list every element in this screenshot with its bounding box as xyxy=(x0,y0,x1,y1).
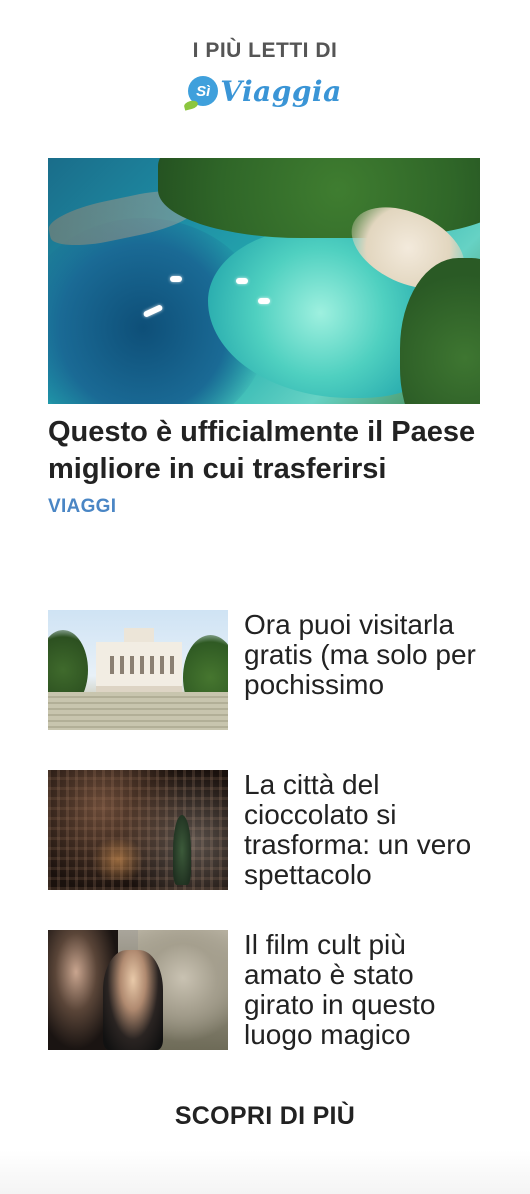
hero-image[interactable] xyxy=(48,158,480,404)
hero-title[interactable]: Questo è ufficialmente il Paese migliore… xyxy=(48,414,480,488)
siviaggia-logo[interactable]: Sì Viaggia xyxy=(188,70,341,112)
hero-article[interactable]: Questo è ufficialmente il Paese migliore… xyxy=(48,158,480,518)
list-thumbnail[interactable] xyxy=(48,610,228,730)
logo-wordmark: Viaggia xyxy=(220,74,342,108)
widget-header: I PIÙ LETTI DI Sì Viaggia xyxy=(0,38,530,112)
footer-fade xyxy=(0,1150,530,1194)
list-item-title[interactable]: Il film cult più amato è stato girato in… xyxy=(244,930,480,1050)
header-kicker: I PIÙ LETTI DI xyxy=(192,39,338,62)
list-item[interactable]: Il film cult più amato è stato girato in… xyxy=(48,930,480,1050)
boat xyxy=(170,276,182,282)
list-item-title[interactable]: Ora puoi visitarla gratis (ma solo per p… xyxy=(244,610,480,730)
boat xyxy=(236,278,248,284)
list-thumbnail[interactable] xyxy=(48,770,228,890)
discover-more-button[interactable]: SCOPRI DI PIÙ xyxy=(0,1102,530,1131)
logo-badge: Sì xyxy=(188,76,219,106)
list-thumbnail[interactable] xyxy=(48,930,228,1050)
list-item-title[interactable]: La città del cioccolato si trasforma: un… xyxy=(244,770,480,890)
list-item[interactable]: La città del cioccolato si trasforma: un… xyxy=(48,770,480,890)
boat xyxy=(258,298,270,304)
category-link[interactable]: VIAGGI xyxy=(48,496,480,518)
list-item[interactable]: Ora puoi visitarla gratis (ma solo per p… xyxy=(48,610,480,730)
